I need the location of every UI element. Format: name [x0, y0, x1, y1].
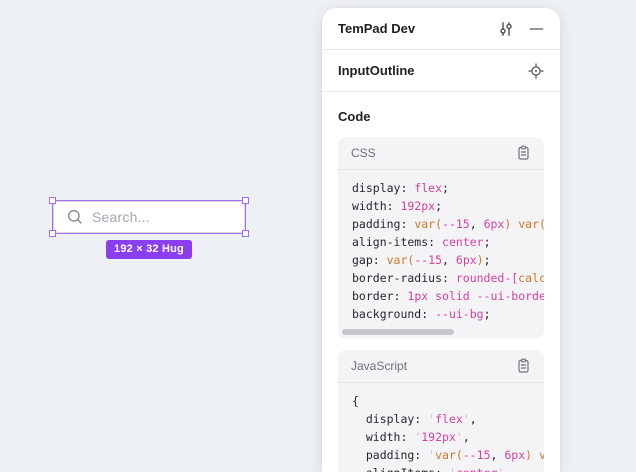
javascript-block-label: JavaScript [351, 359, 407, 373]
tempad-dev-panel: TemPad Dev InputOutline [322, 8, 560, 472]
css-horizontal-scrollbar [338, 327, 544, 339]
search-placeholder: Search... [92, 209, 150, 225]
sliders-icon[interactable] [498, 21, 514, 37]
css-code-block: CSS display: flex;width: 192px;padding: … [338, 137, 544, 339]
panel-title: TemPad Dev [338, 21, 415, 36]
css-block-label: CSS [351, 146, 376, 160]
selection-handle-bottom-left[interactable] [49, 230, 56, 237]
javascript-code-block: JavaScript { display: 'flex', width: '19… [338, 350, 544, 472]
code-section-title: Code [338, 109, 544, 124]
selection-handle-top-left[interactable] [49, 197, 56, 204]
selection-handle-top-right[interactable] [242, 197, 249, 204]
selected-node-name: InputOutline [338, 63, 415, 78]
minimize-icon[interactable] [529, 21, 544, 37]
panel-header: TemPad Dev [322, 8, 560, 50]
locate-target-icon[interactable] [528, 63, 544, 79]
size-badge: 192 × 32 Hug [106, 240, 192, 259]
css-code: display: flex;width: 192px;padding: var(… [338, 170, 544, 327]
css-scrollbar-thumb[interactable] [342, 329, 454, 335]
search-icon [66, 208, 84, 226]
code-section: Code CSS display: flex;width: 192px;padd… [322, 92, 560, 472]
copy-clipboard-icon[interactable] [516, 358, 531, 374]
search-input[interactable]: Search... [53, 201, 245, 233]
selection-handle-bottom-right[interactable] [242, 230, 249, 237]
copy-clipboard-icon[interactable] [516, 145, 531, 161]
css-block-header: CSS [338, 137, 544, 170]
javascript-code: { display: 'flex', width: '192px', paddi… [338, 383, 544, 472]
javascript-block-header: JavaScript [338, 350, 544, 383]
selected-node-row: InputOutline [322, 50, 560, 92]
